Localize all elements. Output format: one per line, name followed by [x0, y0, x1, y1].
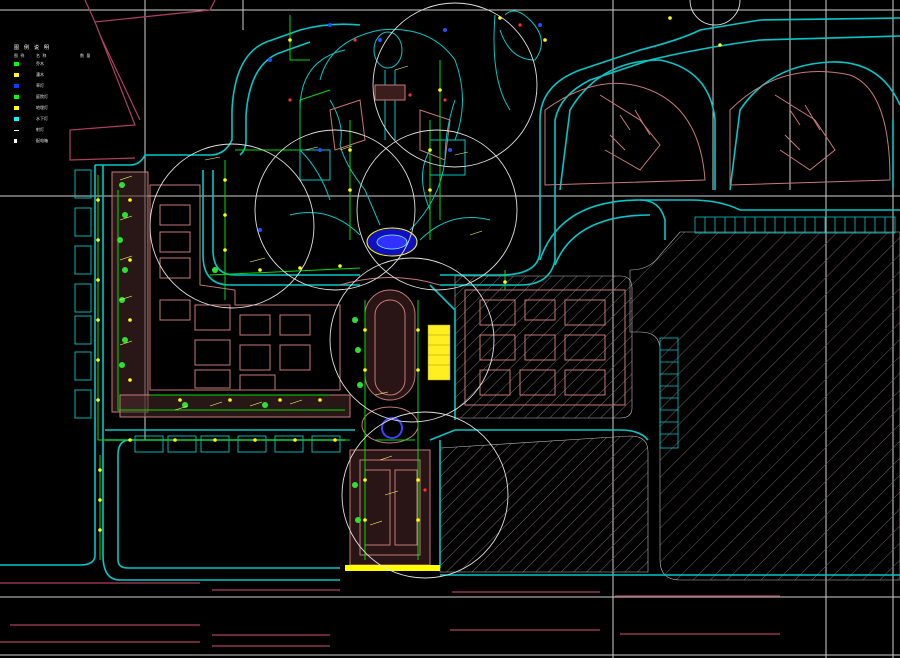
legend-label: 地埋灯 — [36, 105, 48, 110]
yellow-deck — [427, 324, 451, 381]
legend-panel: 图 例 说 明 图 例 名 称 数 量 乔木 灌木 草灯 庭院灯 地埋灯 水下灯… — [14, 44, 106, 149]
legend-header-count: 数 量 — [80, 53, 91, 58]
legend-label: 庭院灯 — [36, 94, 48, 99]
legend-row: 地埋灯 — [14, 105, 106, 113]
legend-row: 乔木 — [14, 61, 106, 69]
legend-symbol — [14, 73, 19, 77]
legend-row: 灌木 — [14, 72, 106, 80]
legend-symbol — [14, 117, 19, 121]
blue-markers — [258, 23, 542, 232]
legend-header-symbol: 图 例 — [14, 53, 25, 58]
legend-label: 灌木 — [36, 72, 44, 77]
legend-label: 乔木 — [36, 61, 44, 66]
upper-building — [329, 84, 451, 161]
garden-paths — [289, 10, 542, 241]
legend-row: 配电箱 — [14, 138, 106, 146]
legend-symbol — [14, 62, 19, 66]
legend-row: 水下灯 — [14, 116, 106, 124]
bottom-road-bars — [0, 582, 780, 647]
legend-row: 庭院灯 — [14, 94, 106, 102]
legend-title: 图 例 说 明 — [14, 45, 51, 51]
legend-header-name: 名 称 — [36, 53, 47, 58]
legend-label: 草灯 — [36, 83, 44, 88]
legend-symbol — [14, 130, 19, 131]
legend-symbol — [14, 84, 19, 88]
legend-row: 射灯 — [14, 127, 106, 135]
entry-bar — [345, 565, 440, 571]
legend-symbol — [14, 95, 19, 99]
legend-label: 配电箱 — [36, 138, 48, 143]
legend-label: 水下灯 — [36, 116, 48, 121]
legend-symbol — [14, 139, 17, 143]
legend-label: 射灯 — [36, 127, 44, 132]
legend-symbol — [14, 106, 19, 110]
cad-site-plan — [0, 0, 900, 658]
legend-row: 草灯 — [14, 83, 106, 91]
